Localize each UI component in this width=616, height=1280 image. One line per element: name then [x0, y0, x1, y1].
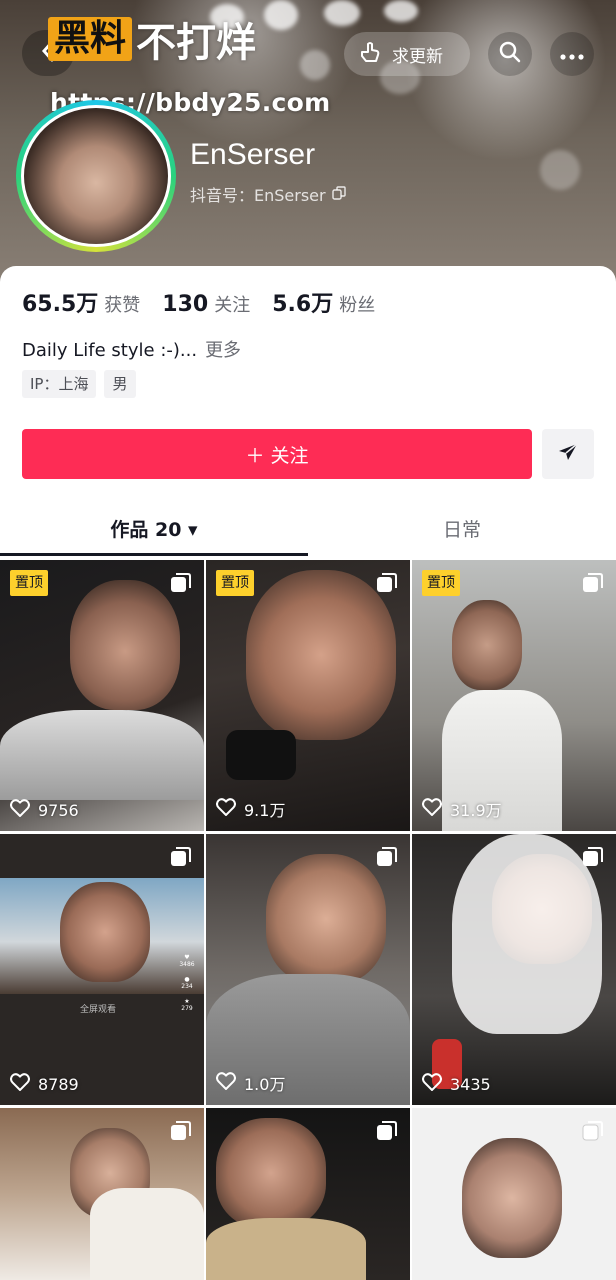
avatar[interactable] — [16, 100, 176, 252]
like-count-value: 1.0万 — [244, 1075, 286, 1094]
request-update-button[interactable]: 求更新 — [344, 32, 470, 76]
heart-icon: ♥ — [184, 954, 190, 961]
followers-label[interactable]: 粉丝 — [339, 291, 375, 317]
like-count-value: 31.9万 — [450, 801, 502, 820]
video-thumbnail — [70, 580, 180, 710]
bio-text: Daily Life style :-)... — [22, 340, 198, 361]
multi-image-icon — [582, 846, 604, 868]
watermark-logo-text: 黑料 — [48, 17, 133, 61]
profile-tags: IP：上海 男 — [22, 370, 144, 398]
like-count: 31.9万 — [422, 797, 502, 821]
like-count: 8789 — [10, 1073, 79, 1095]
video-tile[interactable]: 置顶 9756 — [0, 560, 204, 831]
video-thumbnail — [452, 600, 522, 690]
pinned-badge: 置顶 — [10, 570, 48, 596]
heart-icon — [216, 798, 236, 820]
multi-image-icon — [170, 1120, 192, 1142]
screenshot-preview — [0, 878, 204, 994]
ip-location-tag: IP：上海 — [22, 370, 97, 398]
screenshot-side-tools: ♥ 3486 ● 234 ★ 279 — [176, 954, 198, 1020]
tab-works[interactable]: 作品 20 ▾ — [0, 506, 308, 556]
stats-row: 65.5万 获赞 130 关注 5.6万 粉丝 — [22, 286, 397, 318]
request-update-label: 求更新 — [392, 46, 443, 67]
watermark-text: 不打烊 — [136, 20, 257, 66]
shot-comments: 234 — [181, 983, 193, 990]
video-tile[interactable]: 3435 — [412, 834, 616, 1105]
avatar-image — [21, 105, 171, 247]
video-tile[interactable]: 置顶 9.1万 — [206, 560, 410, 831]
like-count-value: 3435 — [450, 1074, 491, 1094]
multi-image-icon — [170, 846, 192, 868]
search-button[interactable] — [488, 32, 532, 76]
followers-count[interactable]: 5.6万 — [272, 286, 333, 318]
tab-daily[interactable]: 日常 — [308, 506, 616, 556]
video-tile[interactable]: 1.0万 — [206, 834, 410, 1105]
video-thumbnail — [216, 1118, 326, 1228]
multi-image-icon — [376, 572, 398, 594]
watermark: 黑料 不打烊 — [48, 10, 256, 68]
video-tile[interactable]: 置顶 31.9万 — [412, 560, 616, 831]
copy-icon[interactable] — [331, 185, 346, 204]
video-thumbnail — [246, 570, 396, 740]
multi-image-icon — [582, 1120, 604, 1142]
more-dots-icon — [560, 45, 584, 64]
multi-image-icon — [376, 846, 398, 868]
heart-icon — [422, 1073, 442, 1095]
following-label[interactable]: 关注 — [214, 291, 250, 317]
fullscreen-label: 全屏观看 — [80, 1005, 117, 1015]
content-tabs: 作品 20 ▾ 日常 — [0, 506, 616, 558]
like-count-value: 9756 — [38, 800, 79, 820]
video-tile[interactable] — [0, 1108, 204, 1280]
likes-label: 获赞 — [104, 295, 141, 316]
like-count: 1.0万 — [216, 1071, 285, 1095]
multi-image-icon — [170, 572, 192, 594]
bio: Daily Life style :-)... 更多 — [22, 336, 241, 362]
search-icon — [498, 40, 522, 68]
like-count: 9756 — [10, 799, 79, 821]
like-count-value: 9.1万 — [244, 801, 286, 820]
likes-count: 65.5万 — [22, 292, 99, 317]
star-icon: ★ — [184, 998, 190, 1005]
shot-stars: 279 — [181, 1005, 193, 1012]
video-tile[interactable]: 全屏观看 ♥ 3486 ● 234 ★ 279 8789 — [0, 834, 204, 1105]
shot-likes: 3486 — [179, 961, 195, 968]
heart-icon — [10, 1073, 30, 1095]
send-icon — [556, 440, 580, 468]
douyin-id-text: 抖音号：EnSerser — [190, 186, 326, 205]
heart-icon — [10, 799, 30, 821]
like-count: 3435 — [422, 1073, 491, 1095]
video-thumbnail — [266, 854, 386, 984]
share-button[interactable] — [542, 429, 594, 479]
video-thumbnail — [462, 1138, 562, 1258]
gender-tag: 男 — [104, 370, 136, 398]
douyin-id: 抖音号：EnSerser — [190, 182, 346, 206]
heart-icon — [216, 1072, 236, 1094]
multi-image-icon — [582, 572, 604, 594]
following-count[interactable]: 130 — [162, 292, 208, 317]
video-tile[interactable] — [412, 1108, 616, 1280]
pinned-badge: 置顶 — [216, 570, 254, 596]
heart-icon — [422, 798, 442, 820]
video-tile[interactable] — [206, 1108, 410, 1280]
bio-more-link[interactable]: 更多 — [205, 340, 241, 361]
like-count: 9.1万 — [216, 797, 285, 821]
more-button[interactable] — [550, 32, 594, 76]
multi-image-icon — [376, 1120, 398, 1142]
comment-icon: ● — [184, 976, 190, 983]
follow-button[interactable]: ＋ 关注 — [22, 429, 532, 479]
like-count-value: 8789 — [38, 1074, 79, 1094]
profile-name: EnSerser — [190, 138, 316, 171]
pinned-badge: 置顶 — [422, 570, 460, 596]
pointing-hand-icon — [358, 40, 382, 69]
